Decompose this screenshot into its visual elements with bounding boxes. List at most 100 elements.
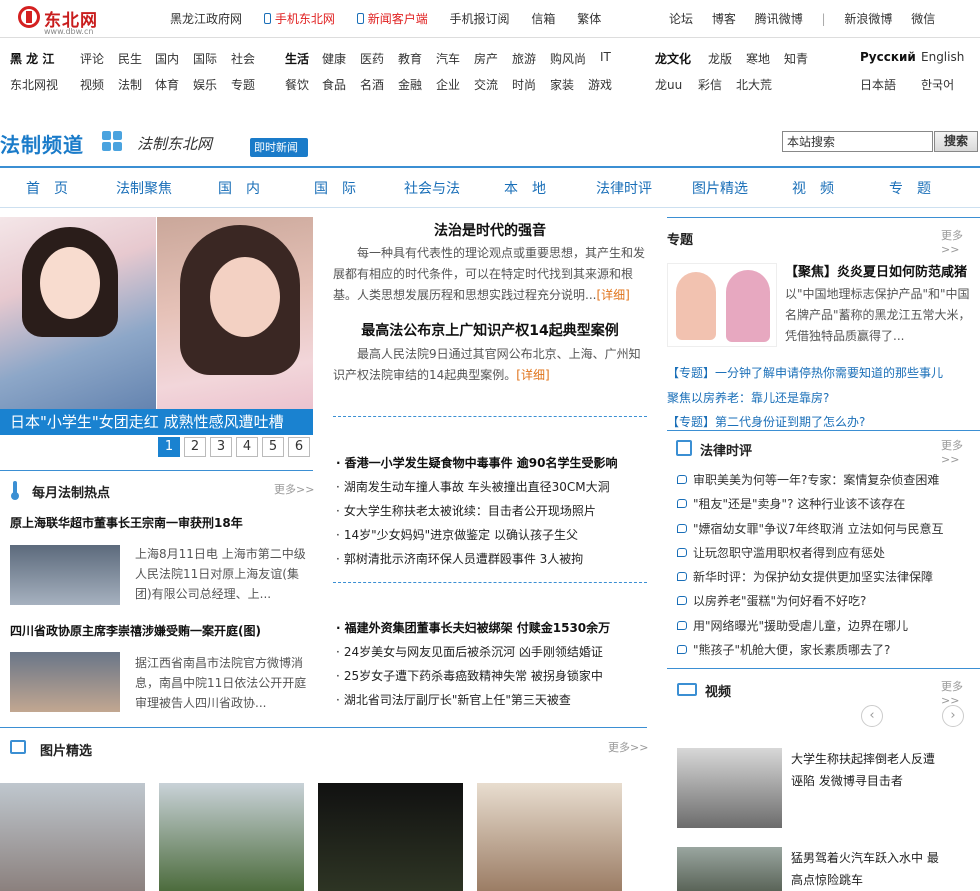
video-title[interactable]: 大学生称扶起摔倒老人反遭诬陷 发微博寻目击者 [791,748,941,792]
nav-item[interactable]: 金融 [398,76,422,93]
nav-item[interactable]: 龙uu [655,76,682,93]
nav-item[interactable]: 购风尚 [550,50,586,67]
chevron-right-icon[interactable]: › [942,705,964,727]
nav-russian[interactable]: Русский [860,50,916,64]
article-title[interactable]: 法治是时代的强音 [333,220,647,240]
nav-dragon-culture[interactable]: 龙文化 [655,50,691,67]
hot-thumbnail[interactable] [10,652,120,712]
nav-item[interactable]: 专题 [231,76,255,93]
list-item[interactable]: 用"网络曝光"援助受虐儿童，边界在哪儿 [677,614,980,638]
list-item[interactable]: 14岁"少女妈妈"进京做鉴定 以确认孩子生父 [336,523,647,547]
photos-more-link[interactable]: 更多>> [608,739,648,755]
tab-home[interactable]: 首 页 [26,178,68,198]
video-thumbnail[interactable] [677,847,782,891]
nav-item[interactable]: 国内 [155,50,179,67]
tab-international[interactable]: 国 际 [314,178,356,198]
search-button[interactable]: 搜索 [934,131,978,152]
photo-thumbnail[interactable] [477,783,622,891]
nav-item[interactable]: IT [600,50,611,64]
list-item[interactable]: 郭树清批示济南环保人员遭群殴事件 3人被拘 [336,547,647,571]
site-logo[interactable]: 东北网 www.dbw.cn [18,6,138,36]
nav-item[interactable]: 寒地 [746,50,770,67]
video-thumbnail[interactable] [677,748,782,828]
nav-item[interactable]: 国际 [193,50,217,67]
photo-thumbnail[interactable] [0,783,145,891]
nav-item[interactable]: 餐饮 [285,76,309,93]
list-item[interactable]: "嫖宿幼女罪"争议7年终取消 立法如何与民意互 [677,517,980,541]
nav-item[interactable]: 食品 [322,76,346,93]
nav-item[interactable]: 房产 [474,50,498,67]
nav-english[interactable]: English [921,50,964,64]
nav-item[interactable]: 时尚 [512,76,536,93]
nav-item[interactable]: 家装 [550,76,574,93]
hot-thumbnail[interactable] [10,545,120,605]
list-item[interactable]: 24岁美女与网友见面后被杀沉河 凶手刚领结婚证 [336,640,647,664]
slideshow-caption[interactable]: 日本"小学生"女团走红 成熟性感风遭吐槽 [0,409,313,435]
search-input[interactable] [782,131,933,152]
nav-item[interactable]: 游戏 [588,76,612,93]
nav-item[interactable]: 北大荒 [736,76,772,93]
tab-local[interactable]: 本 地 [504,178,546,198]
list-item[interactable]: 25岁女子遭下药杀毒癌致精神失常 被拐身锁家中 [336,664,647,688]
page-button[interactable]: 1 [158,437,180,457]
top-link-traditional[interactable]: 繁体 [577,12,601,26]
top-link-tencent-weibo[interactable]: 腾讯微博 [755,12,803,26]
top-link-wechat[interactable]: 微信 [911,12,935,26]
nav-item[interactable]: 医药 [360,50,384,67]
top-link-forum[interactable]: 论坛 [669,12,693,26]
tab-focus[interactable]: 法制聚焦 [116,178,172,198]
nav-item[interactable]: 龙版 [708,50,732,67]
top-link-sina-weibo[interactable]: 新浪微博 [844,12,892,26]
top-link-subscribe[interactable]: 手机报订阅 [450,12,510,26]
top-link-app[interactable]: 新闻客户端 [356,12,428,26]
article-title[interactable]: 最高法公布京上广知识产权14起典型案例 [333,320,647,340]
detail-link[interactable]: [详细] [516,368,549,382]
tab-video[interactable]: 视 频 [792,178,834,198]
nav-item[interactable]: 视频 [80,76,104,93]
nav-item[interactable]: 旅游 [512,50,536,67]
nav-item[interactable]: 民生 [118,50,142,67]
video-more-link[interactable]: 更多>> [941,678,980,707]
nav-item[interactable]: 交流 [474,76,498,93]
nav-item[interactable]: 东北网视 [10,76,58,93]
chevron-left-icon[interactable]: ‹ [861,705,883,727]
nav-item[interactable]: 企业 [436,76,460,93]
special-more-link[interactable]: 更多>> [941,227,980,256]
tab-society-law[interactable]: 社会与法 [404,178,460,198]
nav-item[interactable]: 体育 [155,76,179,93]
list-item[interactable]: 以房养老"蛋糕"为何好看不好吃? [677,589,980,613]
list-item[interactable]: 福建外资集团董事长夫妇被绑架 付赎金1530余万 [336,616,647,640]
nav-item[interactable]: 汽车 [436,50,460,67]
top-link-gov[interactable]: 黑龙江政府网 [170,12,242,26]
photo-thumbnail[interactable] [318,783,463,891]
slideshow-image[interactable] [0,217,313,435]
nav-item[interactable]: 教育 [398,50,422,67]
video-title[interactable]: 猛男驾着火汽车跃入水中 最高点惊险跳车 [791,847,941,891]
nav-item[interactable]: 名酒 [360,76,384,93]
nav-heilongjiang[interactable]: 黑 龙 江 [10,50,54,67]
nav-item[interactable]: 法制 [118,76,142,93]
nav-item[interactable]: 评论 [80,50,104,67]
special-thumbnail[interactable] [667,263,777,347]
nav-item[interactable]: 彩信 [698,76,722,93]
nav-korean[interactable]: 한국어 [921,76,954,93]
list-item[interactable]: 湖北省司法厅副厅长"新官上任"第三天被查 [336,688,647,712]
tab-law-review[interactable]: 法律时评 [596,178,652,198]
nav-japanese[interactable]: 日本語 [860,76,896,93]
nav-item[interactable]: 健康 [322,50,346,67]
nav-item[interactable]: 娱乐 [193,76,217,93]
top-link-mail[interactable]: 信箱 [531,12,555,26]
special-link[interactable]: 【专题】一分钟了解申请停热你需要知道的那些事儿 [667,364,943,381]
hot-headline[interactable]: 原上海联华超市董事长王宗南一审获刑18年 [10,514,243,531]
list-item[interactable]: 女大学生称扶老太被讹续：目击者公开现场照片 [336,499,647,523]
photo-thumbnail[interactable] [159,783,304,891]
nav-item[interactable]: 社会 [231,50,255,67]
hot-more-link[interactable]: 更多>> [274,481,314,497]
breaking-news-badge[interactable]: 即时新闻 [250,138,308,157]
tab-special[interactable]: 专 题 [889,178,931,198]
detail-link[interactable]: [详细] [596,288,629,302]
law-more-link[interactable]: 更多>> [941,437,980,466]
list-item[interactable]: 湖南发生动车撞人事故 车头被撞出直径30CM大洞 [336,475,647,499]
list-item[interactable]: "熊孩子"机舱大便，家长素质哪去了? [677,638,980,662]
special-link[interactable]: 【专题】第二代身份证到期了怎么办? [667,413,865,430]
